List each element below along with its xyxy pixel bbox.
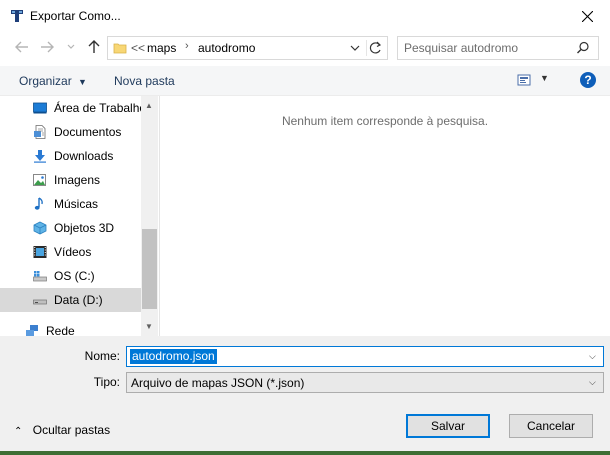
chevron-down-icon [67,44,75,49]
nav-item-label: Rede [46,324,75,336]
breadcrumb-autodromo[interactable]: autodromo [198,41,255,55]
navigation-pane[interactable]: Área de Trabalho Documentos Downloads Im… [0,96,158,336]
refresh-icon [369,41,382,54]
drive-d-icon [33,299,47,305]
background-strip [0,451,610,455]
nav-item-music[interactable]: Músicas [0,192,141,216]
file-type-value: Arquivo de mapas JSON (*.json) [131,376,305,390]
help-icon[interactable]: ? [580,72,596,88]
caret-down-icon: ▼ [78,77,87,87]
forward-button[interactable] [37,37,57,57]
hide-folders-toggle[interactable]: ⌃ Ocultar pastas [14,423,110,437]
new-folder-button[interactable]: Nova pasta [114,74,175,88]
documents-icon [34,125,46,139]
nav-item-documents[interactable]: Documentos [0,120,141,144]
scroll-thumb[interactable] [142,229,157,309]
objects-3d-icon [33,221,47,235]
nav-item-downloads[interactable]: Downloads [0,144,141,168]
breadcrumb-overflow[interactable]: << [131,41,145,55]
drive-c-icon [33,271,47,282]
file-name-value[interactable]: autodromo.json [130,349,217,364]
file-type-select[interactable]: Arquivo de mapas JSON (*.json) ⌵ [126,372,604,393]
title-bar: Exportar Como... [0,0,610,32]
search-input[interactable] [404,40,574,56]
organize-label: Organizar [19,74,72,88]
cancel-button[interactable]: Cancelar [509,414,593,438]
scroll-down-icon[interactable]: ▼ [145,322,153,331]
nav-item-label: Área de Trabalho [54,101,147,115]
address-dropdown-icon[interactable] [348,42,362,54]
chevron-up-icon: ⌃ [14,426,23,437]
command-toolbar: Organizar ▼ Nova pasta ▼ ? [0,66,610,96]
chevron-down-icon[interactable]: ⌵ [589,377,596,388]
folder-icon [113,43,127,54]
network-icon [26,325,38,336]
back-button[interactable] [12,37,32,57]
close-icon [581,10,593,22]
up-button[interactable] [84,37,104,57]
breadcrumb-maps[interactable]: maps [147,41,176,55]
chevron-down-icon[interactable]: ⌵ [589,351,596,362]
hide-folders-label: Ocultar pastas [32,423,111,437]
nav-item-label: Vídeos [54,245,92,259]
pictures-icon [33,174,46,186]
videos-icon [33,246,47,258]
nav-item-label: Documentos [54,125,122,139]
app-icon [11,10,23,22]
recent-locations-button[interactable] [61,37,81,57]
desktop-icon [33,102,47,114]
view-options-caret-icon[interactable]: ▼ [540,73,549,83]
save-button[interactable]: Salvar [406,414,490,438]
search-box[interactable] [397,36,599,60]
view-mode-icon[interactable] [517,73,531,87]
nav-item-label: Objetos 3D [54,221,115,235]
downloads-icon [34,150,46,163]
arrow-right-icon [41,41,54,53]
close-button[interactable] [572,4,602,28]
empty-results-message: Nenhum item corresponde à pesquisa. [281,114,489,128]
address-bar[interactable]: << maps › autodromo [107,36,388,60]
type-label: Tipo: [93,375,120,389]
nav-item-desktop[interactable]: Área de Trabalho [0,96,146,120]
nav-item-network[interactable]: Rede [0,319,141,336]
nav-item-drive-d[interactable]: Data (D:) [0,288,141,312]
nav-item-pictures[interactable]: Imagens [0,168,141,192]
organize-button[interactable]: Organizar ▼ [19,74,87,88]
nav-item-label: Downloads [54,149,114,163]
arrow-up-icon [88,40,100,53]
file-name-field[interactable]: autodromo.json ⌵ [126,346,604,367]
nav-scrollbar[interactable]: ▲ ▼ [141,96,158,336]
nav-item-label: Data (D:) [54,293,103,307]
breadcrumb-separator-icon[interactable]: › [185,40,189,52]
music-icon [34,197,43,210]
search-icon[interactable] [576,41,590,55]
window-title: Exportar Como... [30,9,121,23]
nav-item-label: Imagens [54,173,101,187]
nav-item-label: OS (C:) [54,269,95,283]
nav-item-videos[interactable]: Vídeos [0,240,141,264]
nav-item-3d-objects[interactable]: Objetos 3D [0,216,141,240]
refresh-button[interactable] [366,40,385,56]
save-options-panel: Nome: autodromo.json ⌵ Tipo: Arquivo de … [0,336,610,455]
nav-item-label: Músicas [54,197,99,211]
name-label: Nome: [84,349,120,363]
pane-divider[interactable] [159,96,160,336]
scroll-up-icon[interactable]: ▲ [145,101,153,110]
arrow-left-icon [15,41,28,53]
nav-item-drive-c[interactable]: OS (C:) [0,264,141,288]
